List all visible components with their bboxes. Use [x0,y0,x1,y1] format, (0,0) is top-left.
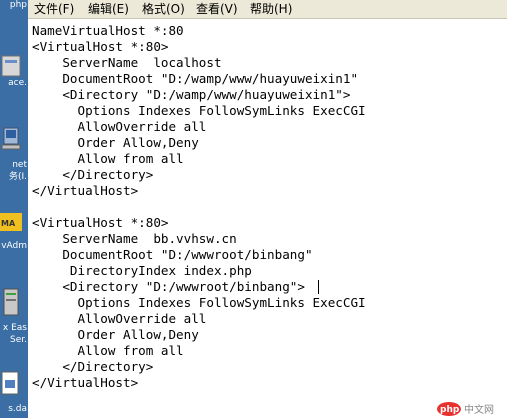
server-icon [3,288,19,316]
editor-line: </VirtualHost> [32,375,139,390]
desktop-icon-file[interactable]: s.da [0,368,28,418]
desktop-icon-label: vAdm [1,241,27,251]
svg-text:MA: MA [1,219,16,228]
desktop-icon-1[interactable]: ace. [0,50,28,94]
editor-line: Options Indexes FollowSymLinks ExecCGI [32,295,366,310]
desktop-icon-label: net [12,160,27,170]
editor-line: DocumentRoot "D:/wwwroot/binbang" [32,247,313,262]
editor-line: DocumentRoot "D:/wamp/www/huayuweixin1" [32,71,359,86]
menu-bar: 文件(F) 编辑(E) 格式(O) 查看(V) 帮助(H) [28,0,507,19]
menu-help[interactable]: 帮助(H) [250,1,292,17]
phpmyadmin-icon: MA [0,213,22,231]
svg-text:php: php [440,405,460,415]
editor-line: Order Allow,Deny [32,327,199,342]
editor-line: Options Indexes FollowSymLinks ExecCGI [32,103,366,118]
desktop-icon-php[interactable]: php [0,0,28,14]
menu-format[interactable]: 格式(O) [142,1,185,17]
desktop-icon-label: s.da [8,404,27,414]
editor-line: AllowOverride all [32,119,207,134]
editor-line: </Directory> [32,167,154,182]
editor-line: ServerName bb.vvhsw.cn [32,231,237,246]
php-cn-watermark: php 中文网 [437,400,497,416]
computer-icon [1,127,21,150]
editor-line: AllowOverride all [32,311,207,326]
editor-content[interactable]: NameVirtualHost *:80 <VirtualHost *:80> S… [32,23,366,391]
menu-file[interactable]: 文件(F) [34,1,74,17]
editor-line: Allow from all [32,151,184,166]
editor-line: <Directory "D:/wamp/www/huayuweixin1"> [32,87,351,102]
editor-line: DirectoryIndex index.php [32,263,252,278]
editor-line: ServerName localhost [32,55,222,70]
editor-line: Allow from all [32,343,184,358]
editor-line: NameVirtualHost *:80 [32,23,184,38]
desktop-icon-net[interactable]: net 务(I. [0,122,28,186]
editor-line: <VirtualHost *:80> [32,39,169,54]
text-caret [318,280,319,294]
desktop-icon-label: Ser. [10,335,27,345]
desktop-icon-label: x Eas [2,323,27,333]
editor-line: Order Allow,Deny [32,135,199,150]
editor-line: <VirtualHost *:80> [32,215,169,230]
desktop-icon-label: 务(I. [8,172,27,182]
document-icon [1,371,19,395]
svg-text:中文网: 中文网 [464,403,494,416]
desktop-icon-label: php [9,0,27,10]
desktop-background: php ace. net 务(I. MA vAdm x Eas Ser. s.d… [0,0,28,418]
desktop-icon-label: ace. [8,78,27,88]
php-logo-icon: php 中文网 [437,402,494,416]
menu-view[interactable]: 查看(V) [196,1,238,17]
desktop-icon-phpmyadmin[interactable]: MA vAdm [0,205,28,255]
editor-line: <Directory "D:/wwwroot/binbang"> [32,279,305,294]
menu-edit[interactable]: 编辑(E) [88,1,129,17]
text-editor[interactable]: NameVirtualHost *:80 <VirtualHost *:80> S… [28,19,507,418]
editor-line: </Directory> [32,359,154,374]
editor-line: </VirtualHost> [32,183,139,198]
desktop-icon-server[interactable]: x Eas Ser. [0,285,28,349]
